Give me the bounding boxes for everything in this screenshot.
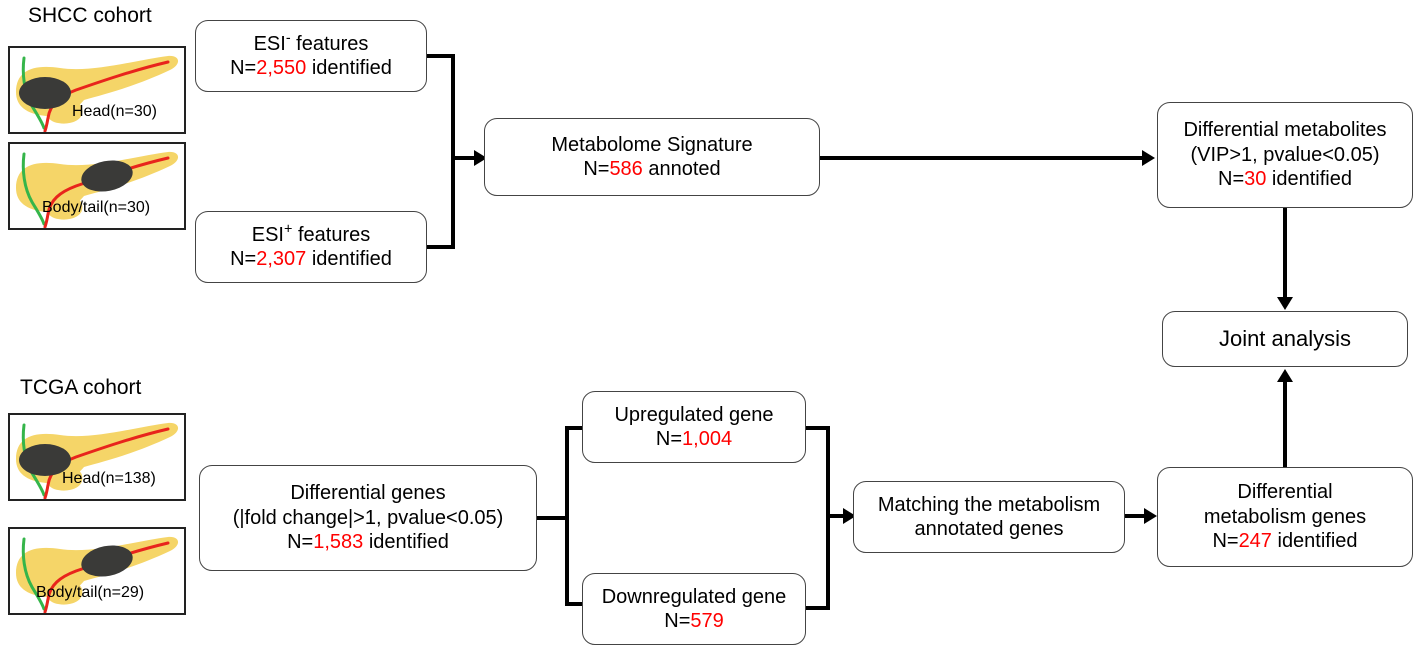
- diff-genes-count: 1,583: [313, 531, 364, 554]
- matching-line2: annotated genes: [914, 518, 1064, 540]
- downregulated-line2: N=579: [664, 610, 724, 632]
- arrow-into-diff-metabolites: [1142, 150, 1155, 166]
- diff-metabolites-count: 30: [1244, 168, 1267, 191]
- connector-diffmetabolites-to-joint: [1283, 208, 1287, 300]
- diff-metab-genes-line1: Differential: [1237, 481, 1333, 504]
- diff-genes-line2: (|fold change|>1, pvalue<0.05): [232, 506, 504, 529]
- differential-metabolism-genes-box: Differential metabolism genes N=247 iden…: [1157, 467, 1413, 567]
- tcga-cohort-title: TCGA cohort: [20, 376, 142, 399]
- matching-line1: Matching the metabolism: [877, 493, 1101, 516]
- connector-diffmetabgenes-to-joint: [1283, 382, 1287, 470]
- matching-metabolism-box: Matching the metabolism annotated genes: [853, 481, 1125, 553]
- upregulated-gene-box: Upregulated gene N=1,004: [582, 391, 806, 463]
- joint-analysis-box: Joint analysis: [1162, 311, 1408, 367]
- connector-updown-split-vertical: [565, 426, 569, 606]
- tcga-bodytail-illustration: Body/tail(n=29): [8, 527, 186, 615]
- esi-negative-line1: ESI- features: [253, 29, 369, 55]
- diff-genes-line3: N=1,583 identified: [287, 531, 449, 554]
- downregulated-count: 579: [690, 610, 724, 632]
- connector-updown-merge-vertical: [826, 426, 830, 610]
- arrow-into-diff-metabolism-genes: [1144, 508, 1157, 524]
- tcga-head-label: Head(n=138): [62, 470, 156, 487]
- upregulated-line2: N=1,004: [655, 428, 733, 450]
- shcc-cohort-title: SHCC cohort: [28, 4, 152, 27]
- upregulated-line1: Upregulated gene: [614, 403, 774, 426]
- metabolome-line1: Metabolome Signature: [551, 133, 753, 156]
- shcc-head-illustration: Head(n=30): [8, 46, 186, 134]
- esi-positive-line2: N=2,307 identified: [230, 248, 392, 270]
- connector-metabolome-to-diffmetabolites: [820, 156, 1145, 160]
- diff-metab-genes-count: 247: [1238, 530, 1272, 553]
- esi-negative-count: 2,550: [256, 57, 307, 79]
- tumor-mass: [19, 77, 71, 109]
- upregulated-count: 1,004: [682, 428, 733, 450]
- shcc-bodytail-label: Body/tail(n=30): [42, 199, 151, 216]
- differential-genes-box: Differential genes (|fold change|>1, pva…: [199, 465, 537, 571]
- tcga-bodytail-label: Body/tail(n=29): [36, 584, 145, 601]
- metabolome-count: 586: [609, 158, 643, 180]
- diff-metab-genes-line2: metabolism genes: [1203, 505, 1367, 528]
- metabolome-signature-box: Metabolome Signature N=586 annoted: [484, 118, 820, 196]
- diff-genes-line1: Differential genes: [290, 482, 446, 505]
- esi-negative-box: ESI- features N=2,550 identified: [195, 20, 427, 92]
- esi-positive-line1: ESI+ features: [251, 220, 371, 246]
- diff-metabolites-line3: N=30 identified: [1218, 168, 1352, 191]
- downregulated-line1: Downregulated gene: [601, 585, 787, 608]
- esi-positive-count: 2,307: [256, 248, 307, 270]
- shcc-bodytail-illustration: Body/tail(n=30): [8, 142, 186, 230]
- differential-metabolites-box: Differential metabolites (VIP>1, pvalue<…: [1157, 102, 1413, 208]
- connector-esi-merge-vertical: [451, 54, 455, 249]
- flowchart-canvas: SHCC cohort Head(n=30) Body/tail(n=30) E…: [0, 0, 1421, 659]
- joint-analysis-label: Joint analysis: [1218, 325, 1352, 351]
- esi-negative-line2: N=2,550 identified: [230, 57, 392, 79]
- shcc-head-label: Head(n=30): [72, 103, 157, 120]
- esi-positive-box: ESI+ features N=2,307 identified: [195, 211, 427, 283]
- diff-metabolites-line2: (VIP>1, pvalue<0.05): [1190, 143, 1380, 166]
- diff-metabolites-line1: Differential metabolites: [1183, 119, 1387, 142]
- diff-metab-genes-line3: N=247 identified: [1212, 530, 1358, 553]
- downregulated-gene-box: Downregulated gene N=579: [582, 573, 806, 645]
- tcga-head-illustration: Head(n=138): [8, 413, 186, 501]
- metabolome-line2: N=586 annoted: [583, 158, 721, 180]
- arrow-into-joint-bottom: [1277, 369, 1293, 382]
- arrow-into-joint-top: [1277, 297, 1293, 310]
